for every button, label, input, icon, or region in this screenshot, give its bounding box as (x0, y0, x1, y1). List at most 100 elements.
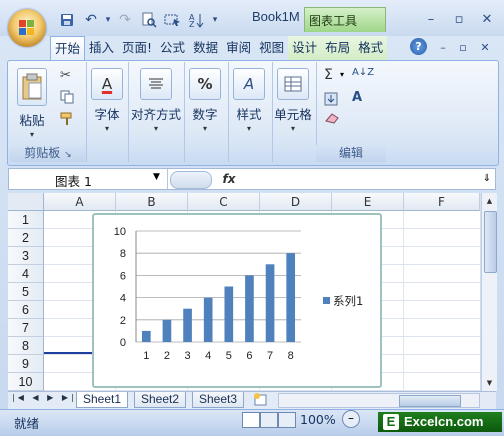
row-header-10[interactable]: 10 (8, 373, 44, 391)
autosum-icon[interactable]: Σ (324, 67, 333, 83)
vertical-scrollbar[interactable]: ▲ ▼ (481, 193, 497, 391)
copy-icon[interactable] (60, 90, 74, 107)
format-painter-icon[interactable] (60, 112, 74, 129)
row-header-4[interactable]: 4 (8, 265, 44, 283)
insert-function-icon[interactable]: fx (214, 169, 244, 189)
row-header-7[interactable]: 7 (8, 319, 44, 337)
page-break-view-icon[interactable] (278, 412, 296, 428)
tab-layout[interactable]: 布局 (321, 36, 355, 60)
window-title: Book1M (252, 9, 300, 24)
next-sheet-icon[interactable]: ▶ (47, 393, 56, 402)
column-header-f[interactable]: F (404, 193, 480, 211)
last-sheet-icon[interactable]: ▶| (62, 393, 77, 402)
print-preview-icon[interactable] (138, 10, 160, 30)
tab-design[interactable]: 设计 (288, 36, 322, 60)
site-watermark: E Excelcn.com (378, 412, 502, 432)
selection-icon[interactable] (162, 10, 184, 30)
zoom-level[interactable]: 100% (300, 412, 336, 427)
ribbon-close-button[interactable]: ✕ (474, 38, 496, 56)
sheet-tab-sheet1[interactable]: Sheet1 (76, 392, 129, 408)
embedded-chart[interactable]: 0 2 4 6 8 10 1 2 3 4 5 6 7 8 系列1 (92, 213, 382, 388)
y-tick-label: 2 (120, 315, 126, 327)
alignment-button[interactable]: 对齐方式 ▾ (128, 68, 184, 133)
quick-access-toolbar: ↶ ▾ ↷ AZ ▾ (56, 9, 220, 31)
customize-qat-icon[interactable]: ▾ (210, 10, 220, 30)
insert-sheet-icon[interactable] (252, 392, 270, 407)
row-header-5[interactable]: 5 (8, 283, 44, 301)
office-button[interactable] (8, 9, 46, 47)
save-icon[interactable] (56, 10, 78, 30)
sort-icon[interactable]: AZ (186, 10, 208, 30)
row-header-1[interactable]: 1 (8, 211, 44, 229)
y-tick-label: 4 (120, 293, 126, 305)
tab-formulas[interactable]: 公式 (156, 36, 189, 60)
alignment-group: 对齐方式 ▾ (128, 62, 185, 162)
bar-3 (183, 308, 192, 342)
fill-icon[interactable] (324, 92, 338, 109)
expand-formula-bar-icon[interactable]: ⇓ (480, 170, 494, 188)
tab-view[interactable]: 视图 (255, 36, 288, 60)
formula-bar-resize-handle[interactable] (170, 171, 212, 189)
x-tick-label: 3 (185, 350, 191, 362)
ribbon-restore-button[interactable]: ▫ (452, 38, 474, 56)
tab-review[interactable]: 审阅 (222, 36, 255, 60)
select-all-corner[interactable] (8, 193, 44, 211)
tab-format[interactable]: 格式 (354, 36, 388, 60)
restore-button[interactable]: ▫ (448, 10, 470, 28)
prev-sheet-icon[interactable]: ◀ (32, 393, 41, 402)
undo-icon[interactable]: ↶ (80, 10, 102, 30)
scroll-thumb[interactable] (484, 211, 497, 273)
formula-input[interactable] (244, 169, 480, 189)
clear-icon[interactable] (324, 112, 340, 127)
row-header-9[interactable]: 9 (8, 355, 44, 373)
gridline (403, 211, 404, 391)
find-icon[interactable]: A (352, 90, 362, 105)
normal-view-icon[interactable] (242, 412, 260, 428)
font-button[interactable]: A 字体 ▾ (86, 68, 128, 133)
column-header-d[interactable]: D (260, 193, 332, 211)
name-box[interactable]: 图表 1 ▼ (9, 169, 168, 189)
autosum-dropdown-icon[interactable]: ▾ (340, 70, 344, 79)
column-header-a[interactable]: A (44, 193, 116, 211)
paste-button[interactable]: 粘贴 ▾ (14, 68, 50, 139)
sheet-tab-sheet2[interactable]: Sheet2 (134, 392, 187, 408)
styles-label: 样式 (236, 107, 262, 122)
row-header-6[interactable]: 6 (8, 301, 44, 319)
close-button[interactable]: ✕ (476, 10, 498, 28)
dialog-launcher-icon[interactable]: ↘ (64, 150, 72, 160)
name-box-dropdown-icon[interactable]: ▼ (153, 172, 160, 182)
row-header-8[interactable]: 8 (8, 337, 44, 355)
page-layout-view-icon[interactable] (260, 412, 278, 428)
paste-icon (17, 68, 47, 106)
redo-icon[interactable]: ↷ (114, 10, 136, 30)
column-header-e[interactable]: E (332, 193, 404, 211)
tab-page-layout[interactable]: 页面! (118, 36, 156, 60)
scroll-up-icon[interactable]: ▲ (484, 195, 495, 207)
bar-8 (286, 253, 296, 342)
horizontal-scroll-thumb[interactable] (399, 395, 461, 407)
cells-button[interactable]: 单元格 ▾ (272, 68, 314, 133)
svg-text:Z: Z (189, 20, 195, 28)
zoom-out-icon[interactable]: – (342, 410, 360, 428)
column-header-b[interactable]: B (116, 193, 188, 211)
bar-2 (162, 319, 172, 342)
number-button[interactable]: % 数字 ▾ (184, 68, 226, 133)
ribbon-minimize-button[interactable]: – (432, 38, 454, 56)
horizontal-scrollbar[interactable] (278, 393, 480, 408)
tab-insert[interactable]: 插入 (85, 36, 118, 60)
cut-icon[interactable]: ✂ (60, 68, 71, 83)
row-header-3[interactable]: 3 (8, 247, 44, 265)
undo-dropdown-icon[interactable]: ▾ (104, 10, 112, 30)
first-sheet-icon[interactable]: |◀ (12, 393, 27, 402)
sheet-tab-sheet3[interactable]: Sheet3 (192, 392, 245, 408)
minimize-button[interactable]: – (420, 10, 442, 28)
styles-button[interactable]: A 样式 ▾ (228, 68, 270, 133)
editing-group-label: 编辑 (316, 145, 386, 162)
tab-home[interactable]: 开始 (50, 36, 86, 62)
scroll-down-icon[interactable]: ▼ (484, 377, 495, 389)
sort-filter-icon[interactable]: A↓Z (352, 67, 374, 78)
row-header-2[interactable]: 2 (8, 229, 44, 247)
column-header-c[interactable]: C (188, 193, 260, 211)
tab-data[interactable]: 数据 (189, 36, 222, 60)
help-icon[interactable]: ? (410, 38, 427, 55)
